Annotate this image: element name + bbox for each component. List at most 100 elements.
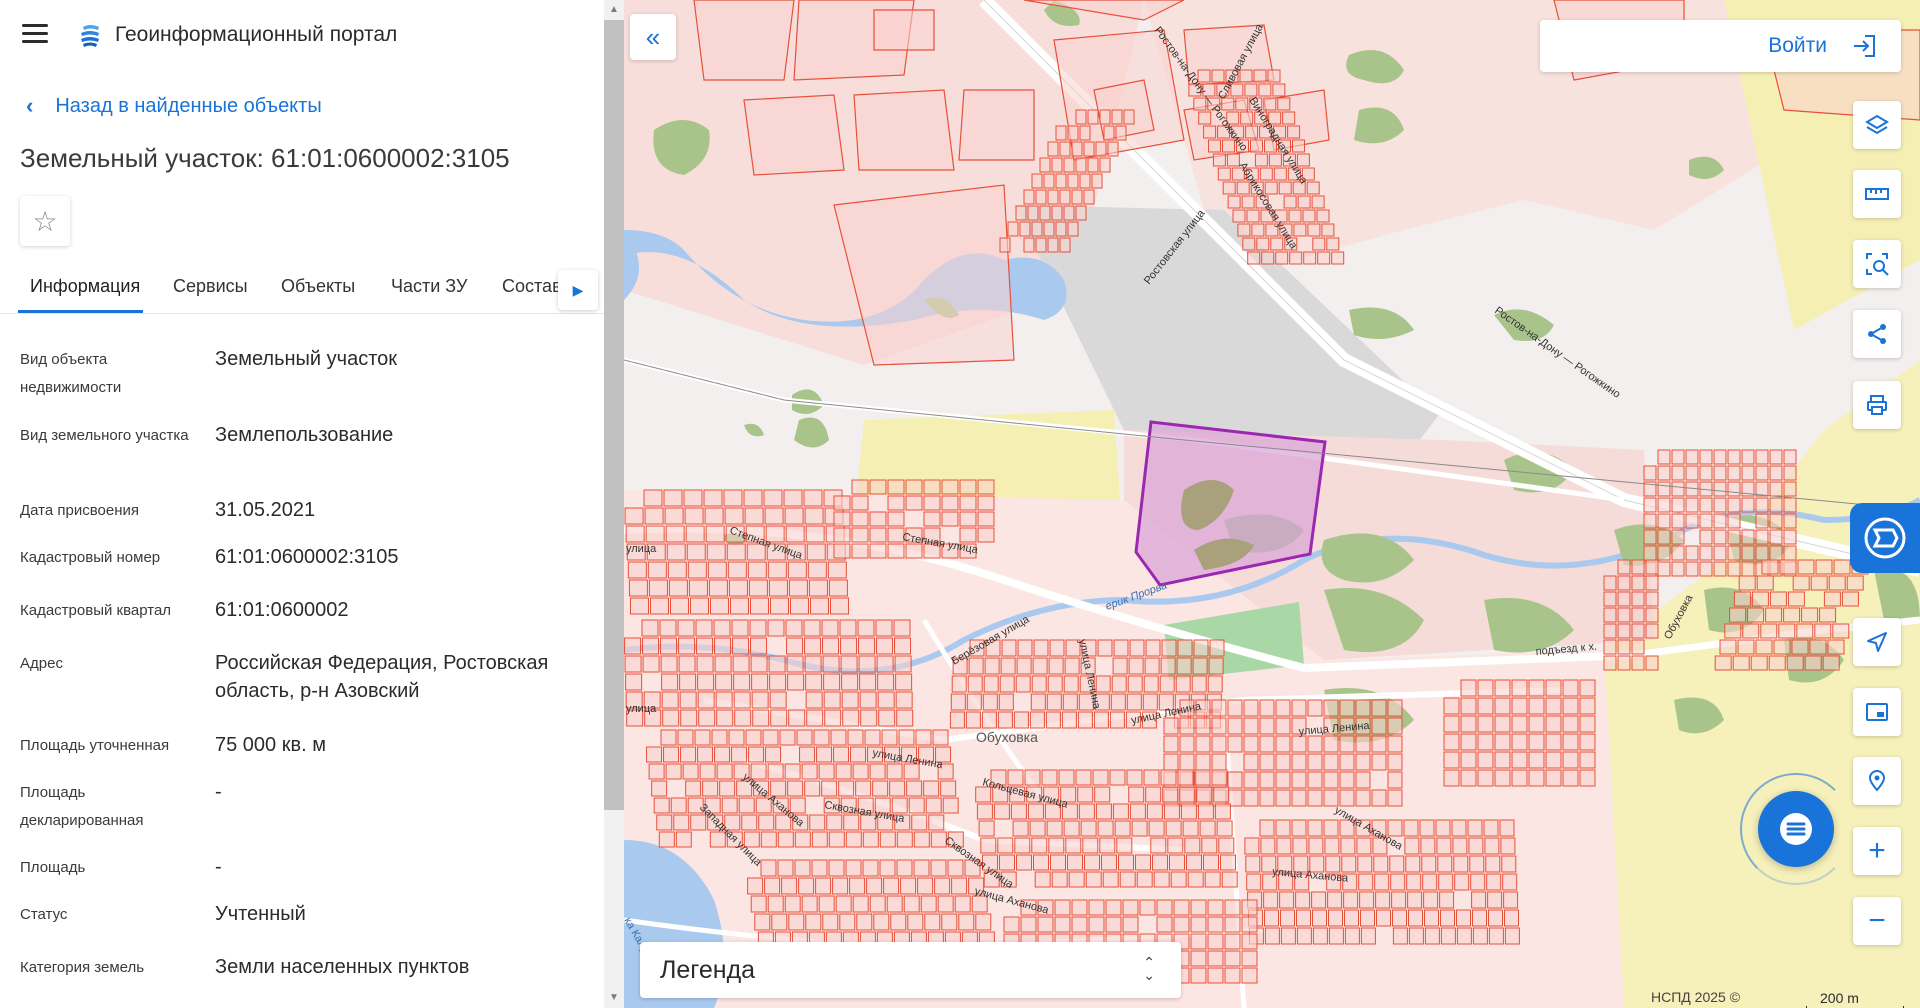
parcel[interactable] bbox=[669, 597, 689, 615]
parcel[interactable] bbox=[1671, 545, 1685, 561]
parcel[interactable] bbox=[977, 479, 995, 495]
parcel[interactable] bbox=[966, 693, 982, 711]
parcel[interactable] bbox=[1280, 909, 1295, 927]
parcel[interactable] bbox=[1080, 820, 1097, 837]
parcel[interactable] bbox=[688, 579, 708, 597]
parcel[interactable] bbox=[845, 831, 862, 848]
parcel[interactable] bbox=[1207, 950, 1224, 967]
parcel[interactable] bbox=[805, 691, 823, 709]
parcel[interactable] bbox=[1099, 837, 1116, 854]
parcel[interactable] bbox=[1063, 157, 1075, 173]
parcel[interactable] bbox=[1769, 497, 1783, 513]
parcel[interactable] bbox=[1317, 251, 1331, 265]
parcel[interactable] bbox=[1145, 639, 1161, 657]
parcel[interactable] bbox=[1420, 837, 1436, 855]
parcel[interactable] bbox=[1579, 769, 1596, 787]
parcel[interactable] bbox=[833, 543, 851, 559]
parcel[interactable] bbox=[680, 709, 698, 727]
parcel[interactable] bbox=[1747, 607, 1765, 623]
parcel[interactable] bbox=[1467, 819, 1483, 837]
parcel[interactable] bbox=[1699, 513, 1713, 529]
parcel[interactable] bbox=[1180, 803, 1197, 820]
parcel[interactable] bbox=[1105, 916, 1122, 933]
parcel[interactable] bbox=[1579, 715, 1596, 733]
parcel[interactable] bbox=[1545, 769, 1562, 787]
parcel[interactable] bbox=[678, 637, 696, 655]
parcel[interactable] bbox=[1727, 513, 1741, 529]
parcel[interactable] bbox=[993, 803, 1010, 820]
parcel[interactable] bbox=[1562, 715, 1579, 733]
parcel[interactable] bbox=[1685, 497, 1699, 513]
parcel[interactable] bbox=[1016, 657, 1032, 675]
parcel[interactable] bbox=[751, 691, 769, 709]
parcel[interactable] bbox=[787, 561, 807, 579]
parcel[interactable] bbox=[1390, 873, 1406, 891]
tab-info[interactable]: Информация bbox=[30, 276, 140, 297]
parcel[interactable] bbox=[665, 763, 682, 780]
parcel[interactable] bbox=[1227, 717, 1243, 735]
parcel[interactable] bbox=[1017, 639, 1033, 657]
parcel[interactable] bbox=[694, 729, 711, 746]
parcel[interactable] bbox=[1207, 899, 1224, 916]
parcel[interactable] bbox=[1438, 873, 1454, 891]
parcel[interactable] bbox=[649, 597, 669, 615]
parcel[interactable] bbox=[1203, 125, 1217, 139]
parcel[interactable] bbox=[1131, 820, 1148, 837]
parcel[interactable] bbox=[1051, 871, 1068, 888]
parcel[interactable] bbox=[805, 525, 825, 543]
parcel[interactable] bbox=[731, 746, 748, 763]
parcel[interactable] bbox=[1194, 769, 1211, 786]
parcel[interactable] bbox=[764, 507, 784, 525]
parcel[interactable] bbox=[660, 637, 678, 655]
parcel[interactable] bbox=[1311, 891, 1327, 909]
parcel[interactable] bbox=[954, 895, 971, 913]
parcel[interactable] bbox=[1029, 711, 1045, 729]
parcel[interactable] bbox=[1407, 891, 1423, 909]
parcel[interactable] bbox=[924, 913, 941, 931]
parcel[interactable] bbox=[1288, 209, 1302, 223]
parcel[interactable] bbox=[1264, 927, 1280, 945]
parcel[interactable] bbox=[895, 673, 913, 691]
parcel[interactable] bbox=[1755, 639, 1773, 655]
parcel[interactable] bbox=[1308, 837, 1324, 855]
parcel[interactable] bbox=[1804, 655, 1822, 671]
parcel[interactable] bbox=[798, 877, 815, 895]
parcel[interactable] bbox=[1387, 753, 1403, 771]
parcel[interactable] bbox=[787, 780, 804, 797]
parcel[interactable] bbox=[941, 495, 959, 511]
parcel[interactable] bbox=[1328, 909, 1343, 927]
parcel[interactable] bbox=[1779, 559, 1797, 575]
parcel[interactable] bbox=[1421, 855, 1437, 873]
parcel[interactable] bbox=[934, 877, 951, 895]
parcel[interactable] bbox=[760, 831, 777, 848]
parcel[interactable] bbox=[890, 913, 907, 931]
parcel[interactable] bbox=[1241, 950, 1258, 967]
parcel[interactable] bbox=[680, 746, 697, 763]
parcel[interactable] bbox=[1047, 675, 1063, 693]
parcel[interactable] bbox=[1109, 711, 1125, 729]
parcel[interactable] bbox=[1084, 854, 1100, 871]
tab-parts[interactable]: Части ЗУ bbox=[391, 276, 467, 297]
parcel[interactable] bbox=[928, 814, 945, 831]
parcel[interactable] bbox=[1152, 854, 1168, 871]
parcel[interactable] bbox=[876, 637, 894, 655]
parcel[interactable] bbox=[886, 763, 903, 780]
parcel[interactable] bbox=[1201, 837, 1218, 854]
parcel[interactable] bbox=[1067, 854, 1083, 871]
parcel[interactable] bbox=[1307, 771, 1323, 789]
parcel[interactable] bbox=[1528, 733, 1545, 751]
parcel[interactable] bbox=[788, 579, 808, 597]
parcel[interactable] bbox=[779, 729, 796, 746]
parcel[interactable] bbox=[879, 831, 896, 848]
parcel[interactable] bbox=[1713, 561, 1727, 577]
parcel[interactable] bbox=[1186, 854, 1202, 871]
parcel[interactable] bbox=[1297, 195, 1311, 209]
panel-scrollbar-thumb[interactable] bbox=[604, 20, 624, 810]
menu-icon[interactable] bbox=[22, 24, 48, 46]
parcel[interactable] bbox=[896, 709, 914, 727]
parcel[interactable] bbox=[840, 637, 858, 655]
parcel[interactable] bbox=[1603, 655, 1617, 671]
parcel[interactable] bbox=[1657, 513, 1671, 529]
parcel[interactable] bbox=[769, 597, 789, 615]
parcel[interactable] bbox=[1374, 873, 1390, 891]
